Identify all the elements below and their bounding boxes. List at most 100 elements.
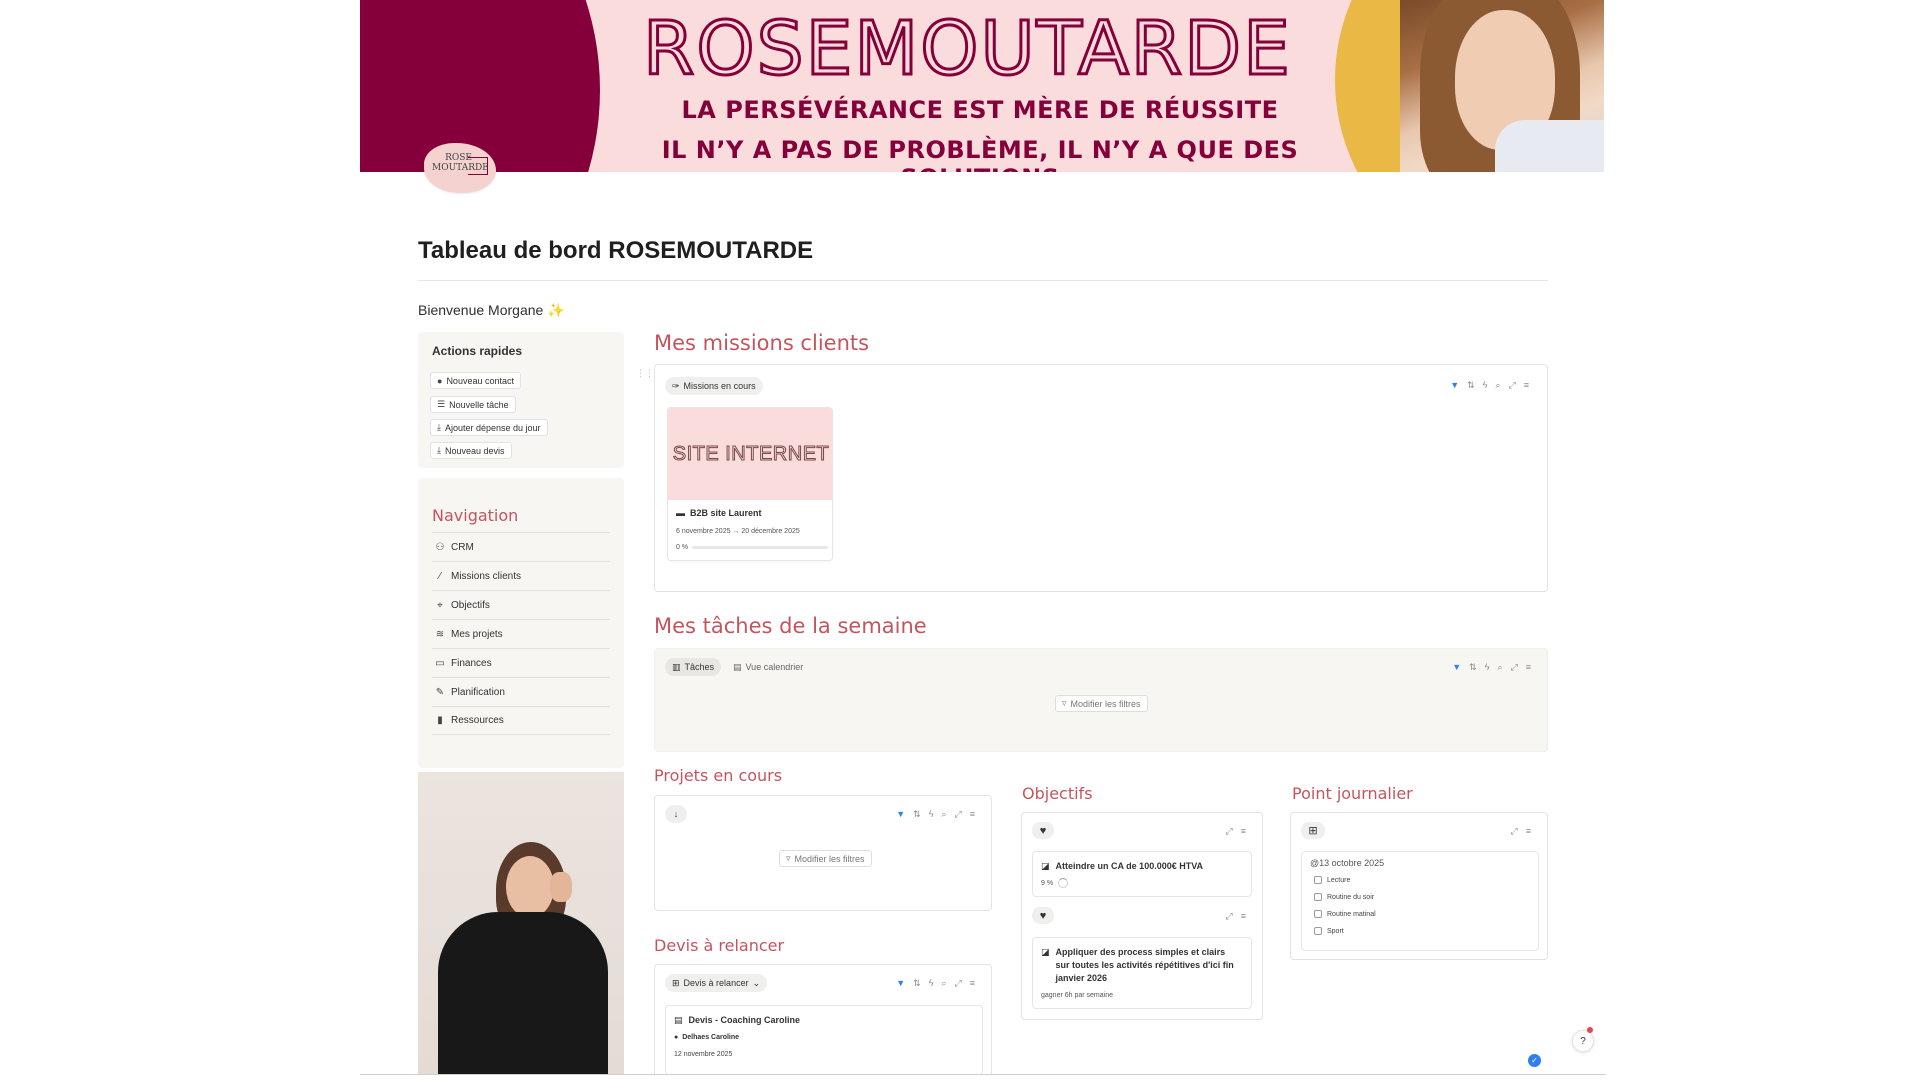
- checkbox[interactable]: [1314, 910, 1322, 918]
- database-toolbar: ⤢ ≡: [1226, 826, 1246, 837]
- edit-filters-button[interactable]: ▿ Modifier les filtres: [1055, 695, 1148, 712]
- nav-item-ressources[interactable]: ▮ Ressources: [432, 706, 610, 735]
- checklist-item[interactable]: Routine du soir: [1314, 893, 1374, 901]
- tasks-database: ▥ Tâches ▤ Vue calendrier ▼ ⇅ ϟ ⌕ ⤢ ≡ ▿ Mod…: [654, 648, 1548, 752]
- objectives-database: ♥ ⤢ ≡ ◪ Atteindre un CA de 100.000€ HTVA …: [1021, 812, 1263, 1020]
- settings-icon[interactable]: ≡: [1526, 826, 1531, 837]
- expand-icon[interactable]: ⤢: [955, 978, 962, 989]
- nav-item-objectifs[interactable]: ⌖ Objectifs: [432, 590, 610, 619]
- banner-quote-1: LA PERSÉVÉRANCE EST MÈRE DE RÉUSSITE: [681, 96, 1279, 124]
- expand-icon[interactable]: ⤢: [1226, 826, 1233, 837]
- wrench-icon: ✑: [672, 380, 680, 391]
- divider: [360, 1074, 1606, 1075]
- banner-quote-2: IL N’Y A PAS DE PROBLÈME, IL N’Y A QUE D…: [661, 136, 1299, 172]
- checkbox[interactable]: [1314, 927, 1322, 935]
- checklist-item[interactable]: Lecture: [1314, 876, 1350, 884]
- view-tab-sort[interactable]: ↓: [665, 805, 687, 823]
- view-tab-devis[interactable]: ⊞ Devis à relancer ⌄: [665, 974, 768, 992]
- person-icon: ●: [674, 1034, 679, 1041]
- heart-icon[interactable]: ♥: [1032, 822, 1054, 839]
- filter-icon[interactable]: ▼: [1452, 662, 1461, 673]
- quote-date: 12 novembre 2025: [674, 1051, 733, 1058]
- progress-ring-icon: [1058, 878, 1069, 888]
- drag-handle-icon[interactable]: ⋮⋮: [636, 368, 654, 379]
- tab-taches[interactable]: ▥ Tâches: [665, 658, 722, 676]
- settings-icon[interactable]: ≡: [970, 978, 975, 989]
- nav-item-crm[interactable]: ⚇ CRM: [432, 532, 610, 561]
- banner-title: ROSEMOUTARDE: [642, 5, 1292, 94]
- notification-dot: [1587, 1027, 1593, 1033]
- filter-icon[interactable]: ▼: [896, 809, 905, 820]
- expand-icon[interactable]: ⤢: [1511, 662, 1518, 673]
- expand-icon[interactable]: ⤢: [1509, 380, 1516, 391]
- objectives-heading: Objectifs: [1022, 784, 1093, 803]
- search-icon[interactable]: ⌕: [941, 809, 946, 820]
- edit-filters-button[interactable]: ▿ Modifier les filtres: [779, 850, 872, 867]
- quotes-database: ⊞ Devis à relancer ⌄ ▼ ⇅ ϟ ⌕ ⤢ ≡ ▤ Devis - …: [654, 964, 992, 1076]
- settings-icon[interactable]: ≡: [1241, 826, 1246, 837]
- quote-person: Delhaes Caroline: [682, 1034, 740, 1041]
- quote-card[interactable]: ▤ Devis - Coaching Caroline ● Delhaes Caro…: [665, 1005, 983, 1076]
- book-icon: ▮: [437, 715, 443, 726]
- mission-title: B2B site Laurent: [690, 508, 762, 518]
- new-contact-button[interactable]: ● Nouveau contact: [430, 372, 521, 389]
- new-quote-button[interactable]: ⤓ Nouveau devis: [430, 442, 512, 459]
- automation-icon[interactable]: ϟ: [929, 978, 934, 989]
- automation-icon[interactable]: ϟ: [1483, 380, 1488, 391]
- settings-icon[interactable]: ≡: [970, 809, 975, 820]
- divider: [418, 280, 1548, 281]
- daily-card[interactable]: @13 octobre 2025 Lecture Routine du soir…: [1301, 851, 1539, 951]
- automation-icon[interactable]: ϟ: [929, 809, 934, 820]
- settings-icon[interactable]: ≡: [1526, 662, 1531, 673]
- document-icon: ▤: [674, 1015, 683, 1025]
- settings-icon[interactable]: ≡: [1524, 380, 1529, 391]
- navigation-heading: Navigation: [432, 506, 519, 525]
- gallery-icon[interactable]: ⊞: [1301, 822, 1325, 839]
- objective-2-title: Appliquer des process simples et clairs …: [1055, 947, 1234, 983]
- stack-icon: ≋: [435, 628, 445, 640]
- checklist-item[interactable]: Routine matinal: [1314, 910, 1376, 918]
- sparkles-icon: ✨: [547, 302, 565, 318]
- search-icon[interactable]: ⌕: [1495, 380, 1500, 391]
- pencil-icon: ✎: [435, 686, 445, 698]
- objective-card-2[interactable]: ◪ Appliquer des process simples et clairs…: [1032, 937, 1252, 1009]
- nav-item-planification[interactable]: ✎ Planification: [432, 677, 610, 706]
- checklist-item[interactable]: Sport: [1314, 927, 1344, 935]
- view-tab-missions-en-cours[interactable]: ✑ Missions en cours: [665, 377, 763, 395]
- new-task-button[interactable]: ☰ Nouvelle tâche: [430, 396, 516, 413]
- search-icon[interactable]: ⌕: [1497, 662, 1502, 673]
- tab-vue-calendrier[interactable]: ▤ Vue calendrier: [733, 658, 803, 676]
- database-toolbar: ⤢ ≡: [1511, 826, 1531, 837]
- sort-icon[interactable]: ⇅: [913, 809, 921, 820]
- expand-icon[interactable]: ⤢: [1511, 826, 1518, 837]
- sort-icon[interactable]: ⇅: [913, 978, 921, 989]
- welcome-text: Bienvenue Morgane ✨: [418, 302, 565, 319]
- add-expense-button[interactable]: ⤓ Ajouter dépense du jour: [430, 419, 548, 436]
- calendar-icon: ▤: [733, 661, 742, 672]
- automation-icon[interactable]: ϟ: [1485, 662, 1490, 673]
- objective-card-1[interactable]: ◪ Atteindre un CA de 100.000€ HTVA 9 %: [1032, 851, 1252, 897]
- mission-card[interactable]: SITE INTERNET ▬ B2B site Laurent 6 novemb…: [667, 407, 833, 561]
- page-title[interactable]: Tableau de bord ROSEMOUTARDE: [418, 237, 813, 265]
- check-badge-icon[interactable]: ✓: [1528, 1054, 1541, 1067]
- sort-icon[interactable]: ⇅: [1469, 662, 1477, 673]
- settings-icon[interactable]: ≡: [1241, 911, 1246, 922]
- nav-item-finances[interactable]: ▭ Finances: [432, 648, 610, 677]
- people-icon: ⚇: [435, 541, 445, 553]
- expand-icon[interactable]: ⤢: [1226, 911, 1233, 922]
- search-icon[interactable]: ⌕: [941, 978, 946, 989]
- nav-item-projets[interactable]: ≋ Mes projets: [432, 619, 610, 648]
- heart-icon[interactable]: ♥: [1032, 907, 1054, 924]
- mission-dates: 6 novembre 2025 → 20 décembre 2025: [676, 528, 800, 535]
- help-button[interactable]: ?: [1572, 1030, 1594, 1052]
- checkbox[interactable]: [1314, 893, 1322, 901]
- tasks-heading: Mes tâches de la semaine: [654, 614, 927, 638]
- sort-icon[interactable]: ⇅: [1467, 380, 1475, 391]
- laptop-icon: ▬: [676, 508, 685, 518]
- filter-icon[interactable]: ▼: [896, 978, 905, 989]
- filter-icon[interactable]: ▼: [1450, 380, 1459, 391]
- expand-icon[interactable]: ⤢: [955, 809, 962, 820]
- checkbox[interactable]: [1314, 876, 1322, 884]
- money-icon: ▭: [435, 657, 445, 669]
- nav-item-missions[interactable]: ⁄ Missions clients: [432, 561, 610, 590]
